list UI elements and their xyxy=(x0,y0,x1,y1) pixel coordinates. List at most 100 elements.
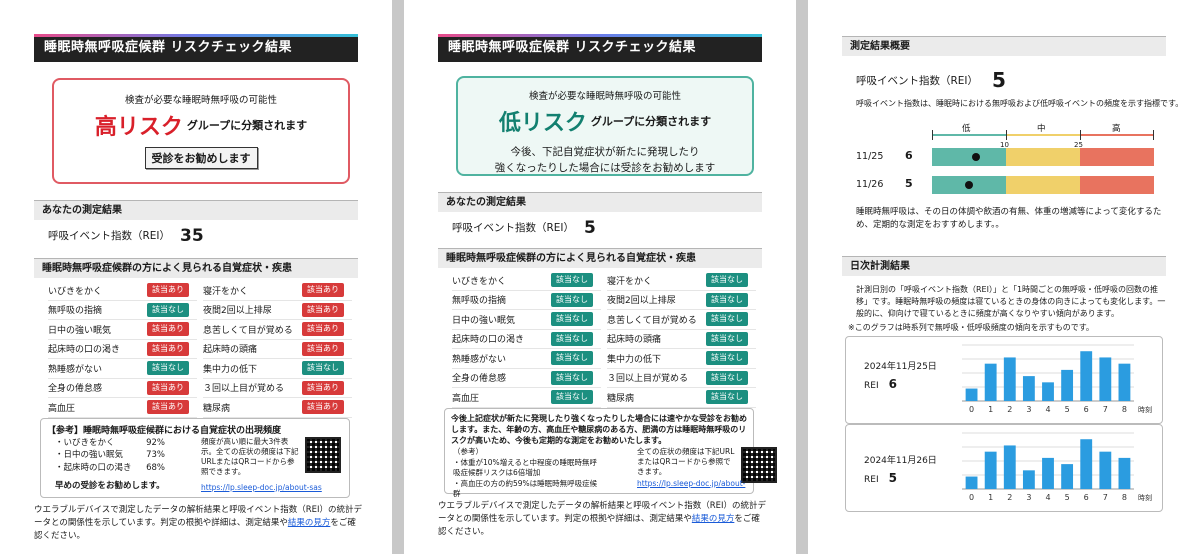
symptom-item: いびきをかく 該当なし xyxy=(452,271,601,291)
measure-section-title: あなたの測定結果 xyxy=(438,192,762,212)
rei-description: 呼吸イベント指数は、睡眠時における無呼吸および低呼吸イベントの頻度を示す指標です… xyxy=(856,99,1184,108)
symptom-row: 日中の強い眠気 該当なし 息苦しくて目が覚める 該当なし xyxy=(452,310,756,330)
hourly-bar xyxy=(965,388,978,401)
symptom-item: 集中力の低下 該当なし xyxy=(607,349,756,369)
header-accent-bar xyxy=(438,34,762,37)
symptom-label: 寝汗をかく xyxy=(607,276,653,287)
reference-url-link[interactable]: https://lp.sleep-doc.jp/about-sas xyxy=(201,483,322,492)
rei-value: 35 xyxy=(180,226,204,246)
symptom-section-title: 睡眠時無呼吸症候群の方によく見られる自覚症状・疾患 xyxy=(34,258,358,278)
symptom-row: 日中の強い眠気 該当あり 息苦しくて目が覚める 該当あり xyxy=(48,320,352,340)
chart-rei-value: 5 xyxy=(888,471,897,485)
reference-url-link[interactable]: https://lp.sleep-doc.jp/about- xyxy=(637,479,745,488)
symptom-row: 高血圧 該当なし 糖尿病 該当なし xyxy=(452,388,756,408)
symptom-item: 日中の強い眠気 該当なし xyxy=(452,310,601,330)
report-page-summary: 測定結果概要 呼吸イベント指数（REI） 5 呼吸イベント指数は、睡眠時における無… xyxy=(808,0,1200,554)
chart-rei: REI 5 xyxy=(864,471,897,485)
footer-note: ウエラブルデバイスで測定したデータの解析結果と呼吸イベント指数（REI）の統計デ… xyxy=(438,500,768,538)
scale-row-value: 5 xyxy=(905,177,913,190)
x-tick-label: 3 xyxy=(1026,493,1031,502)
scale-row-value: 6 xyxy=(905,149,913,162)
symptom-label: 無呼吸の指摘 xyxy=(48,306,103,317)
symptom-item: ３回以上目が覚める 該当なし xyxy=(607,369,756,388)
hourly-bar xyxy=(1022,470,1035,489)
symptom-label: ３回以上目が覚める xyxy=(607,374,689,385)
symptom-item: 夜間2回以上排尿 該当なし xyxy=(607,291,756,310)
result-guide-link[interactable]: 結果の見方 xyxy=(692,514,735,524)
result-guide-link[interactable]: 結果の見方 xyxy=(288,518,331,528)
scale-low-label: 低 xyxy=(962,124,971,134)
daily-section-title: 日次計測結果 xyxy=(842,256,1166,276)
scale-high-line xyxy=(1080,134,1154,136)
symptom-label: 無呼吸の指摘 xyxy=(452,296,507,307)
header-accent-bar xyxy=(34,34,358,37)
risk-box-low: 検査が必要な睡眠時無呼吸の可能性 低リスク グループに分類されます 今後、下記自覚… xyxy=(456,76,754,176)
symptom-status-badge: 該当なし xyxy=(706,273,748,288)
symptom-label: 息苦しくて目が覚める xyxy=(203,325,293,336)
x-tick-label: 3 xyxy=(1026,405,1031,414)
symptom-label: 糖尿病 xyxy=(607,393,635,404)
symptom-label: ３回以上目が覚める xyxy=(203,384,285,395)
symptom-status-badge: 該当あり xyxy=(302,322,344,337)
symptom-item: 起床時の頭痛 該当なし xyxy=(607,330,756,349)
symptom-label: 熟睡感がない xyxy=(452,354,507,365)
hourly-bar xyxy=(1118,457,1131,489)
symptom-item: いびきをかく 該当あり xyxy=(48,281,197,301)
consult-recommendation: 受診をお勧めします xyxy=(144,147,258,169)
symptom-status-badge: 該当あり xyxy=(147,341,189,356)
symptom-status-badge: 該当なし xyxy=(706,351,748,366)
report-page-high-risk: 睡眠時無呼吸症候群 リスクチェック結果 検査が必要な睡眠時無呼吸の可能性 高リス… xyxy=(0,0,392,554)
hourly-bar xyxy=(1003,357,1016,401)
symptom-label: 糖尿病 xyxy=(203,403,231,414)
header-title: 睡眠時無呼吸症候群 リスクチェック結果 xyxy=(448,40,697,55)
risk-advice-line-2: 強くなったりした場合には受診をお勧めします xyxy=(494,161,716,174)
measure-section-title: あなたの測定結果 xyxy=(34,200,358,220)
symptom-item: 無呼吸の指摘 該当なし xyxy=(452,291,601,310)
rei-value: 5 xyxy=(584,218,596,238)
scale-low-line xyxy=(932,134,1006,136)
symptom-status-badge: 該当なし xyxy=(551,370,593,385)
summary-rei-row: 呼吸イベント指数（REI） 5 xyxy=(856,68,1006,92)
x-tick-label: 7 xyxy=(1103,405,1108,414)
footer-note: ウエラブルデバイスで測定したデータの解析結果と呼吸イベント指数（REI）の統計デ… xyxy=(34,504,364,542)
symptom-item: 寝汗をかく 該当なし xyxy=(607,271,756,291)
chart-rei: REI 6 xyxy=(864,377,897,391)
hourly-bar xyxy=(965,476,978,489)
risk-level: 低リスク xyxy=(498,111,587,136)
x-tick-label: 5 xyxy=(1065,405,1070,414)
symptom-status-badge: 該当なし xyxy=(551,390,593,405)
x-tick-label: 6 xyxy=(1084,493,1089,502)
hourly-bar xyxy=(1080,439,1093,489)
risk-box-high: 検査が必要な睡眠時無呼吸の可能性 高リスク グループに分類されます 受診をお勧めし… xyxy=(52,78,350,184)
symptom-row: 起床時の口の渇き 該当なし 起床時の頭痛 該当なし xyxy=(452,330,756,349)
scale-tick-end xyxy=(1153,130,1154,140)
x-tick-label: 0 xyxy=(969,405,974,414)
frequency-label: ・起床時の口の渇き xyxy=(55,462,132,473)
risk-subtitle: 検査が必要な睡眠時無呼吸の可能性 xyxy=(528,91,681,102)
symptom-status-badge: 該当あり xyxy=(302,380,344,395)
symptom-label: 寝汗をかく xyxy=(203,286,249,297)
symptom-status-badge: 該当なし xyxy=(147,361,189,376)
scale-segment-mid xyxy=(1006,148,1080,166)
reference-box: 【参考】睡眠時無呼吸症候群における自覚症状の出現頻度 ・いびきをかく 92% ・日中… xyxy=(40,418,350,498)
symptom-label: 夜間2回以上排尿 xyxy=(203,306,272,317)
x-tick-label: 1 xyxy=(988,405,993,414)
scale-tick-10 xyxy=(1006,130,1007,140)
header-title: 睡眠時無呼吸症候群 リスクチェック結果 xyxy=(44,40,293,55)
symptom-label: 全身の倦怠感 xyxy=(452,374,507,385)
symptom-status-badge: 該当なし xyxy=(302,361,344,376)
reference-note: 全ての症状の頻度は下記URLまたはQRコードから参照できます。 xyxy=(637,447,735,477)
reference-frequency-item: ・いびきをかく 92% xyxy=(55,437,165,449)
symptom-item: 無呼吸の指摘 該当なし xyxy=(48,301,197,320)
rei-marker-dot xyxy=(965,181,973,189)
scale-row: 11/26 5 xyxy=(808,176,1200,194)
frequency-value: 92% xyxy=(146,438,165,448)
symptom-label: 起床時の頭痛 xyxy=(203,345,258,356)
symptom-status-badge: 該当なし xyxy=(551,273,593,288)
scale-mid-line xyxy=(1006,134,1080,136)
frequency-value: 73% xyxy=(146,450,165,461)
hourly-bar xyxy=(984,451,997,489)
hourly-bar xyxy=(1118,363,1131,401)
x-tick-label: 6 xyxy=(1084,405,1089,414)
symptom-status-badge: 該当なし xyxy=(551,351,593,366)
